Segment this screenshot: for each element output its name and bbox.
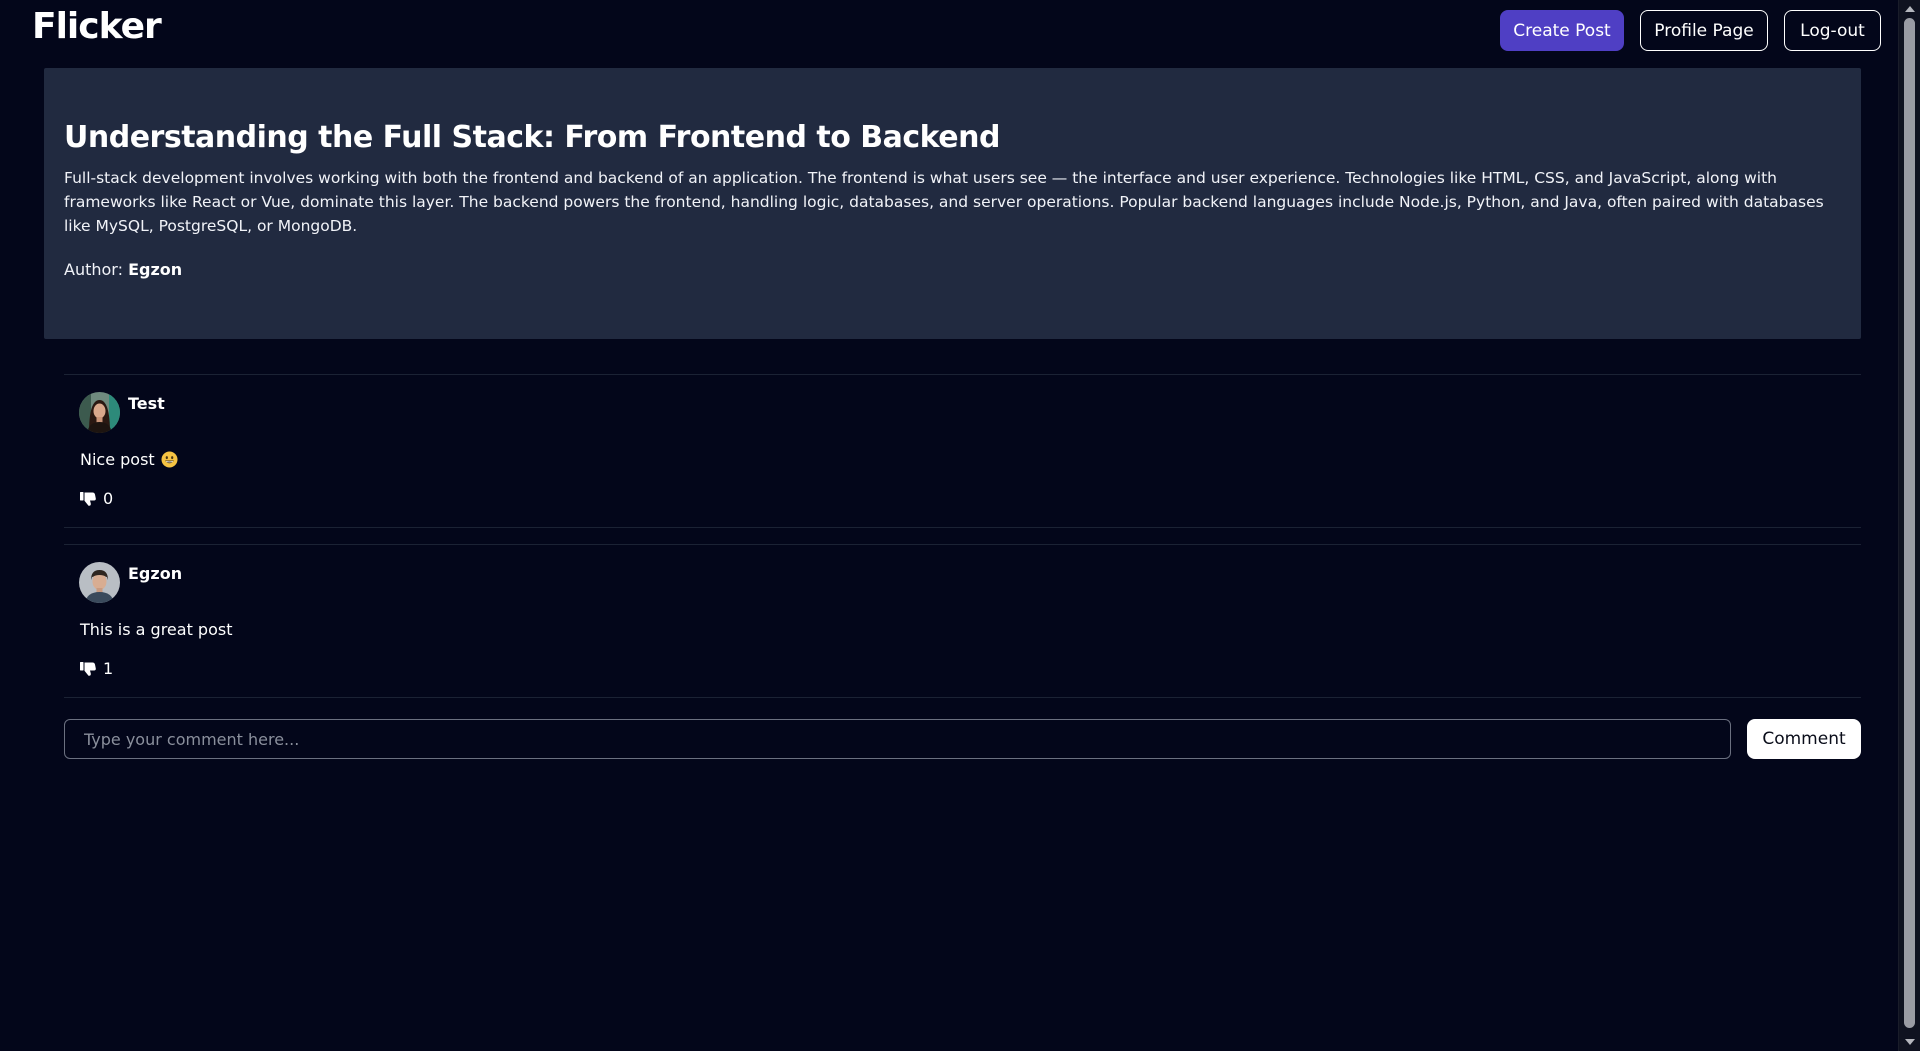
comment-text: Nice post xyxy=(80,450,178,469)
comment-username[interactable]: Test xyxy=(128,394,165,413)
thumbs-down-icon xyxy=(80,491,96,506)
scroll-up-arrow-icon[interactable] xyxy=(1905,6,1915,12)
comment-username[interactable]: Egzon xyxy=(128,564,182,583)
comment-list: Test Nice post 0 Egzon This is a great p… xyxy=(64,374,1861,714)
author-name: Egzon xyxy=(128,260,183,279)
comment-item: Test Nice post 0 xyxy=(64,374,1861,528)
like-count: 1 xyxy=(103,659,114,678)
scrollbar-thumb[interactable] xyxy=(1904,18,1915,1028)
male-avatar xyxy=(79,562,120,603)
comment-submit-button[interactable]: Comment xyxy=(1747,719,1861,759)
post-card: Understanding the Full Stack: From Front… xyxy=(44,68,1861,339)
scroll-down-arrow-icon[interactable] xyxy=(1905,1039,1915,1045)
app-logo[interactable]: Flicker xyxy=(32,6,162,47)
comment-text-content: Nice post xyxy=(80,450,155,469)
female-avatar xyxy=(79,392,120,433)
thumbs-down-icon xyxy=(80,661,96,676)
comment-item: Egzon This is a great post 1 xyxy=(64,544,1861,698)
page: Flicker Create Post Profile Page Log-out… xyxy=(0,0,1920,1051)
comment-input[interactable] xyxy=(64,719,1731,759)
vertical-scrollbar[interactable] xyxy=(1898,0,1920,1051)
profile-page-button[interactable]: Profile Page xyxy=(1640,10,1768,51)
logout-button[interactable]: Log-out xyxy=(1784,10,1881,51)
like-button[interactable]: 0 xyxy=(80,489,113,508)
post-title: Understanding the Full Stack: From Front… xyxy=(64,120,1001,155)
create-post-button[interactable]: Create Post xyxy=(1500,10,1624,51)
post-body: Full-stack development involves working … xyxy=(64,169,1824,235)
post-author: Author: Egzon xyxy=(64,260,182,279)
comment-text-content: This is a great post xyxy=(80,620,233,639)
grinning-face-emoji xyxy=(161,451,178,468)
author-label: Author: xyxy=(64,260,123,279)
comment-form: Comment xyxy=(64,719,1861,759)
like-count: 0 xyxy=(103,489,114,508)
top-navbar: Flicker Create Post Profile Page Log-out xyxy=(0,0,1898,60)
like-button[interactable]: 1 xyxy=(80,659,113,678)
comment-text: This is a great post xyxy=(80,620,232,639)
